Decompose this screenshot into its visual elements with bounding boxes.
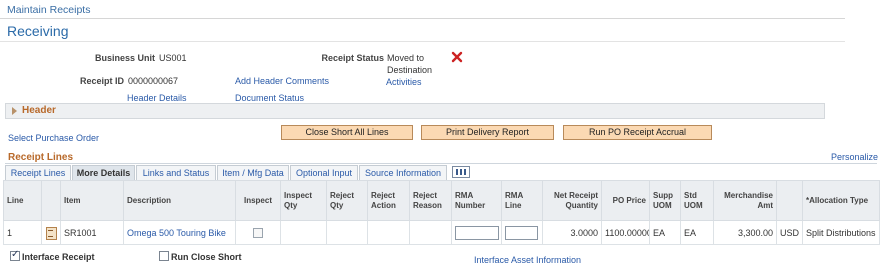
- column-header-allocation-type[interactable]: *Allocation Type: [802, 180, 880, 221]
- reject-reason-cell: [409, 220, 452, 245]
- column-header-inspect[interactable]: Inspect: [235, 180, 281, 221]
- expand-triangle-icon[interactable]: [12, 107, 17, 115]
- delete-x-icon[interactable]: [451, 51, 463, 63]
- interface-asset-information-link[interactable]: Interface Asset Information: [474, 255, 581, 265]
- column-header-line[interactable]: Line: [3, 180, 42, 221]
- line-number-cell: 1: [3, 220, 42, 245]
- page-title: Receiving: [7, 23, 69, 39]
- column-header-detail: [41, 180, 61, 221]
- select-purchase-order-link[interactable]: Select Purchase Order: [8, 133, 99, 143]
- rma-line-input[interactable]: [505, 225, 538, 240]
- run-po-receipt-accrual-button[interactable]: Run PO Receipt Accrual: [563, 125, 712, 140]
- business-unit-label: Business Unit: [94, 53, 155, 63]
- column-header-rma-line[interactable]: RMA Line: [501, 180, 543, 221]
- activities-link[interactable]: Activities: [386, 77, 422, 87]
- currency-cell: USD: [776, 220, 803, 245]
- header-section-bar[interactable]: Header: [5, 103, 825, 119]
- column-header-net-receipt-quantity[interactable]: Net Receipt Quantity: [542, 180, 602, 221]
- tab-receipt-lines[interactable]: Receipt Lines: [5, 165, 71, 180]
- run-close-short-checkbox[interactable]: [159, 251, 169, 261]
- net-receipt-quantity-cell: 3.0000: [542, 220, 602, 245]
- receipt-id-label: Receipt ID: [79, 76, 124, 86]
- personalize-link[interactable]: Personalize: [831, 152, 878, 162]
- tab-item-mfg-data[interactable]: Item / Mfg Data: [217, 165, 289, 180]
- receipt-lines-grid: Line Item Description Inspect Inspect Qt…: [3, 180, 880, 245]
- divider: [5, 163, 877, 164]
- tab-source-information[interactable]: Source Information: [359, 165, 447, 180]
- receipt-status-label: Receipt Status: [321, 53, 384, 63]
- column-header-currency: [776, 180, 803, 221]
- table-row: 1 SR1001 Omega 500 Touring Bike 3.0000 1…: [3, 220, 880, 245]
- divider: [0, 41, 845, 42]
- std-uom-cell: EA: [680, 220, 714, 245]
- receipt-status-value-line2: Destination: [387, 65, 433, 75]
- header-section-title: Header: [22, 105, 56, 116]
- breadcrumb[interactable]: Maintain Receipts: [7, 4, 90, 16]
- add-header-comments-link[interactable]: Add Header Comments: [235, 76, 329, 86]
- detail-document-icon[interactable]: [45, 226, 58, 240]
- column-header-reject-qty[interactable]: Reject Qty: [326, 180, 368, 221]
- column-header-merchandise-amt[interactable]: Merchandise Amt: [713, 180, 777, 221]
- receipt-id-value: 0000000067: [128, 76, 179, 86]
- column-header-supp-uom[interactable]: Supp UOM: [649, 180, 681, 221]
- merchandise-amt-cell: 3,300.00: [713, 220, 777, 245]
- close-short-all-lines-button[interactable]: Close Short All Lines: [281, 125, 413, 140]
- column-header-po-price[interactable]: PO Price: [601, 180, 650, 221]
- supp-uom-cell: EA: [649, 220, 681, 245]
- reject-action-cell: [367, 220, 410, 245]
- item-description-link[interactable]: Omega 500 Touring Bike: [127, 228, 226, 238]
- document-status-link[interactable]: Document Status: [235, 93, 304, 103]
- business-unit-value: US001: [159, 53, 187, 63]
- column-header-description[interactable]: Description: [123, 180, 236, 221]
- tab-links-and-status[interactable]: Links and Status: [136, 165, 216, 180]
- reject-qty-cell: [326, 220, 368, 245]
- column-header-reject-reason[interactable]: Reject Reason: [409, 180, 452, 221]
- interface-receipt-label: Interface Receipt: [22, 252, 95, 262]
- rma-number-input[interactable]: [455, 225, 499, 240]
- item-cell: SR1001: [60, 220, 124, 245]
- run-close-short-label: Run Close Short: [171, 252, 242, 262]
- column-header-std-uom[interactable]: Std UOM: [680, 180, 714, 221]
- receipt-status-value-line1: Moved to: [387, 53, 425, 63]
- grid-header-row: Line Item Description Inspect Inspect Qt…: [3, 180, 880, 221]
- print-delivery-report-button[interactable]: Print Delivery Report: [421, 125, 554, 140]
- header-details-link[interactable]: Header Details: [127, 93, 187, 103]
- grid-view-icon[interactable]: [452, 166, 470, 178]
- po-price-cell: 1100.00000: [601, 220, 650, 245]
- allocation-type-cell: Split Distributions: [802, 220, 880, 245]
- receipt-lines-grid-title: Receipt Lines: [8, 152, 74, 163]
- inspect-checkbox[interactable]: [253, 227, 263, 238]
- column-header-rma-number[interactable]: RMA Number: [451, 180, 502, 221]
- interface-receipt-checkbox[interactable]: [10, 249, 20, 261]
- column-header-reject-action[interactable]: Reject Action: [367, 180, 410, 221]
- tab-more-details[interactable]: More Details: [72, 165, 135, 180]
- column-header-inspect-qty[interactable]: Inspect Qty: [280, 180, 327, 221]
- tab-optional-input[interactable]: Optional Input: [290, 165, 358, 180]
- divider: [0, 18, 845, 19]
- column-header-item[interactable]: Item: [60, 180, 124, 221]
- inspect-qty-cell: [280, 220, 327, 245]
